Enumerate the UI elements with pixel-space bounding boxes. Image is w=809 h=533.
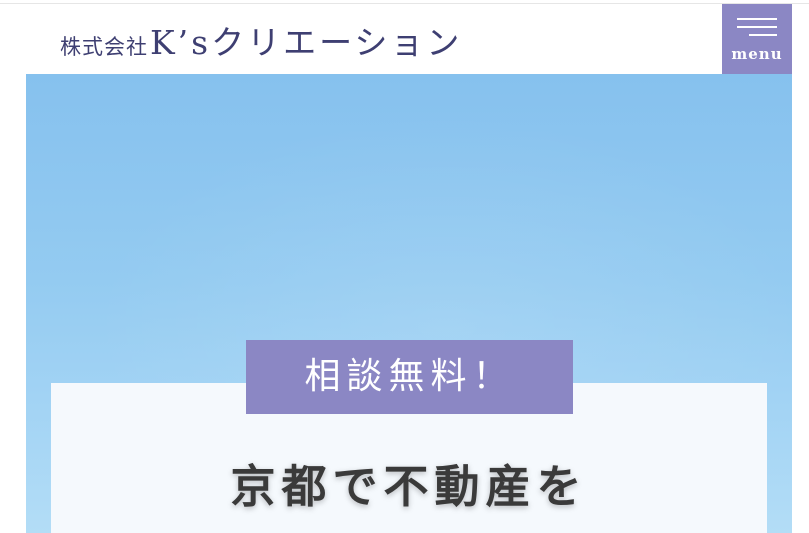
logo-name: K’sクリエーション bbox=[150, 23, 463, 62]
site-logo[interactable]: 株式会社 K’sクリエーション bbox=[60, 16, 462, 64]
logo-prefix: 株式会社 bbox=[60, 35, 148, 59]
page: 株式会社 K’sクリエーション menu 相談無料！ 京都で不動産を bbox=[0, 0, 809, 533]
hamburger-icon bbox=[737, 18, 777, 38]
menu-label: menu bbox=[731, 45, 783, 63]
site-header: 株式会社 K’sクリエーション menu bbox=[0, 4, 809, 74]
hamburger-bar-top bbox=[737, 18, 777, 20]
free-consultation-badge: 相談無料！ bbox=[246, 340, 573, 414]
hero-headline: 京都で不動産を bbox=[230, 460, 588, 513]
menu-button[interactable]: menu bbox=[722, 4, 792, 74]
hamburger-bar-middle bbox=[737, 26, 777, 28]
hamburger-bar-bottom bbox=[749, 34, 777, 36]
